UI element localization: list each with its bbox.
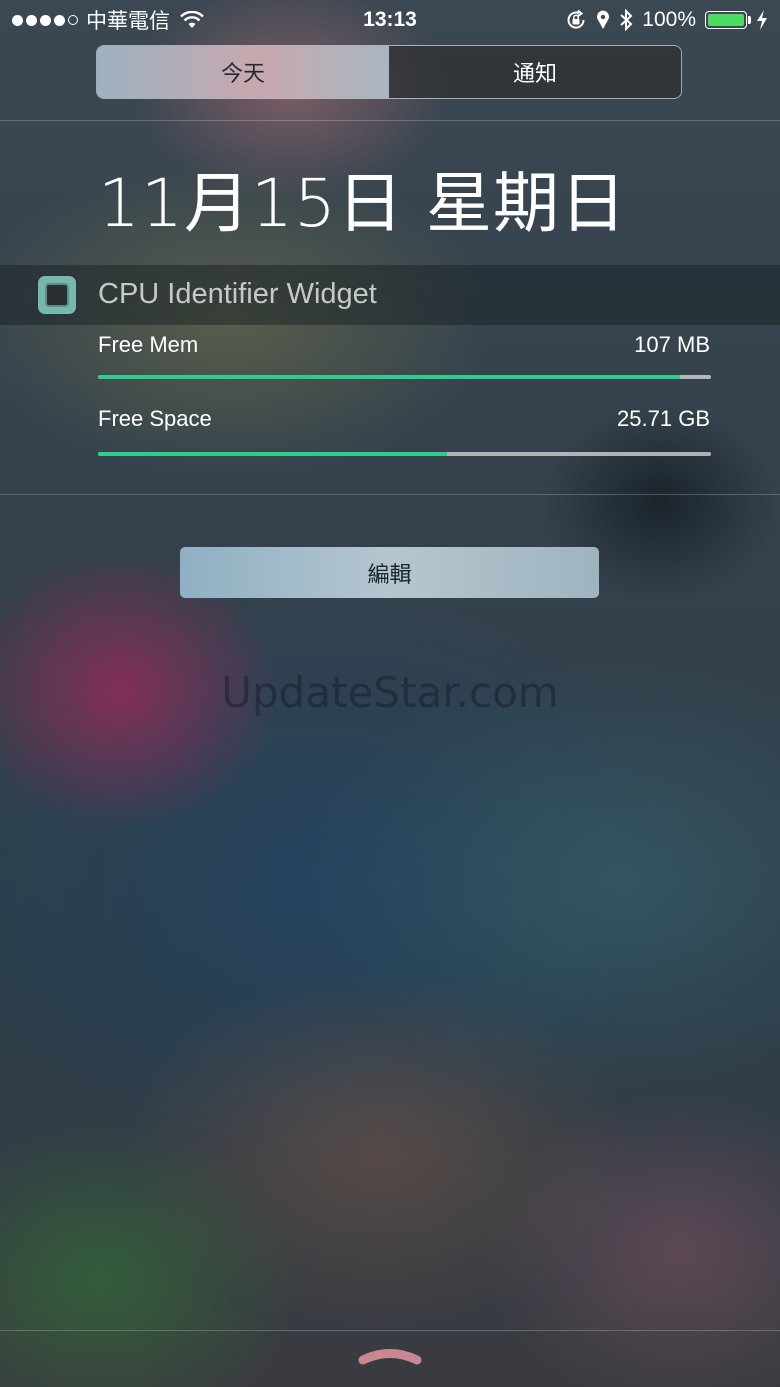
- free-mem-value: 107 MB: [634, 332, 710, 357]
- free-space-bar-fill: [98, 452, 448, 456]
- watermark-text: UpdateStar.com: [221, 668, 559, 717]
- view-segmented-control: 今天 通知: [96, 45, 682, 99]
- battery-percent: 100%: [642, 8, 696, 31]
- widget-divider: [0, 494, 780, 495]
- tab-today[interactable]: 今天: [97, 46, 389, 98]
- location-icon: [597, 10, 610, 29]
- free-space-bar: [98, 452, 711, 456]
- battery-level: [708, 14, 744, 26]
- orientation-lock-icon: [567, 9, 585, 29]
- free-mem-bar-fill: [98, 375, 681, 379]
- status-bar: 中華電信 13:13 100%: [0, 0, 780, 40]
- bottom-divider: [0, 1330, 780, 1331]
- free-space-label: Free Space: [98, 406, 212, 431]
- tab-notifications[interactable]: 通知: [389, 46, 681, 98]
- widget-title: CPU Identifier Widget: [98, 278, 377, 310]
- header-divider: [0, 120, 780, 121]
- status-right: 100%: [565, 6, 768, 34]
- battery-icon: [705, 11, 751, 29]
- cpu-chip-icon: [38, 276, 76, 314]
- date-heading: 11月15日 星期日: [98, 165, 627, 242]
- bluetooth-icon: [620, 9, 633, 31]
- free-space-value: 25.71 GB: [617, 406, 710, 431]
- charging-bolt-icon: [757, 10, 767, 30]
- edit-button[interactable]: 編輯: [180, 547, 599, 598]
- chevron-up-grabber-icon[interactable]: [355, 1343, 425, 1367]
- free-mem-bar: [98, 375, 711, 379]
- free-mem-label: Free Mem: [98, 332, 199, 357]
